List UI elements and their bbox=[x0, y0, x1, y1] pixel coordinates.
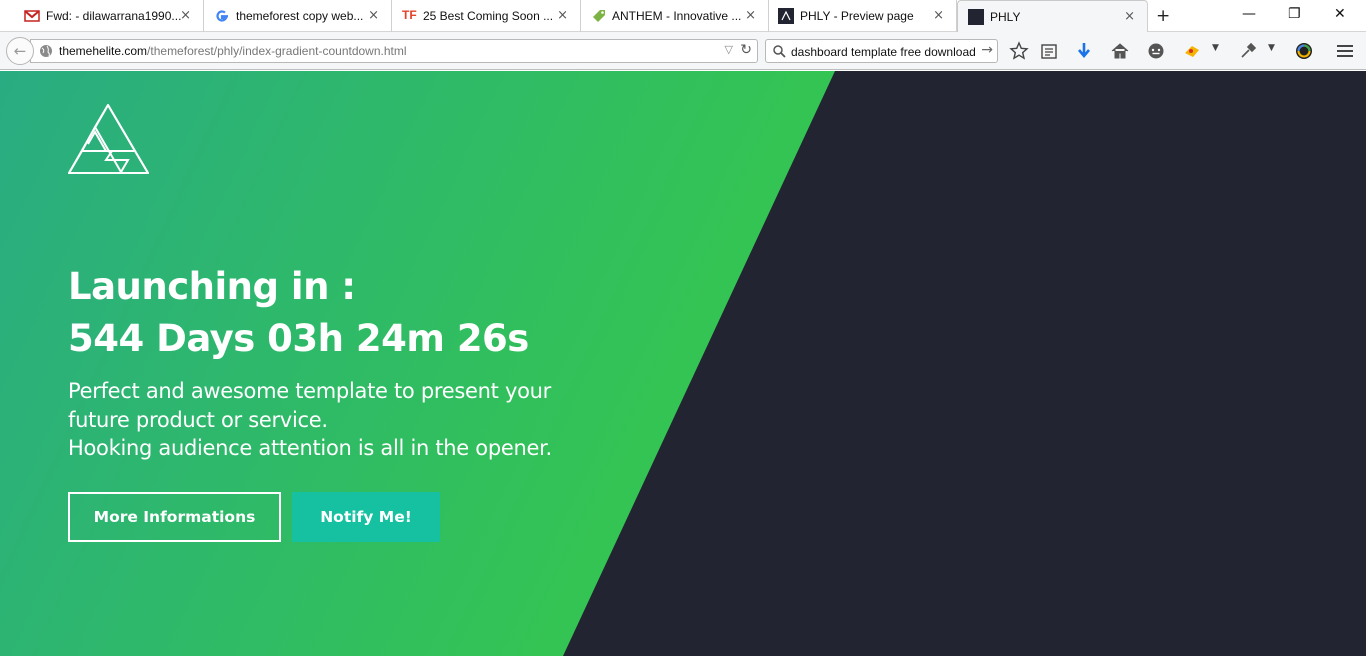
phly-icon bbox=[778, 8, 794, 24]
reading-list-icon[interactable] bbox=[1039, 41, 1059, 61]
globe-icon bbox=[40, 45, 52, 57]
tab-google[interactable]: themeforest copy web... × bbox=[204, 0, 392, 32]
minimize-icon[interactable]: — bbox=[1242, 6, 1256, 22]
tab-gmail[interactable]: Fwd: - dilawarrana1990... × bbox=[0, 0, 204, 32]
tagline-line: Hooking audience attention is all in the… bbox=[68, 436, 552, 460]
tagline: Perfect and awesome template to present … bbox=[68, 377, 588, 463]
url-bar[interactable]: themehelite.com/themeforest/phly/index-g… bbox=[30, 39, 758, 63]
countdown-timer: 544 Days 03h 24m 26s bbox=[68, 317, 529, 360]
tab-close-icon[interactable]: × bbox=[180, 8, 191, 24]
reload-icon[interactable]: ↻ bbox=[740, 42, 752, 58]
search-input[interactable]: dashboard template free download bbox=[791, 45, 976, 59]
tag-icon bbox=[593, 10, 605, 22]
home-icon[interactable] bbox=[1110, 41, 1130, 61]
extension-icon[interactable] bbox=[1182, 41, 1202, 61]
landing-page: Launching in : 544 Days 03h 24m 26s Perf… bbox=[0, 71, 1366, 656]
menu-dropdown-icon[interactable]: ▼ bbox=[1268, 43, 1288, 63]
tab-title: PHLY - Preview page bbox=[800, 9, 914, 23]
tab-title: themeforest copy web... bbox=[236, 9, 364, 23]
window-close-icon[interactable]: ✕ bbox=[1334, 6, 1346, 22]
tab-phly-preview[interactable]: PHLY - Preview page × bbox=[769, 0, 957, 32]
bookmark-star-icon[interactable] bbox=[1009, 41, 1029, 61]
tab-strip: Fwd: - dilawarrana1990... × themeforest … bbox=[0, 0, 1366, 32]
url-host: themehelite.com bbox=[59, 44, 148, 58]
gmail-icon bbox=[24, 10, 40, 22]
search-go-icon[interactable]: → bbox=[981, 42, 993, 58]
download-icon[interactable] bbox=[1074, 41, 1094, 61]
url-history-dropdown-icon[interactable]: ▽ bbox=[725, 43, 733, 56]
more-informations-button[interactable]: More Informations bbox=[68, 492, 281, 542]
tf-icon: TF bbox=[402, 8, 417, 22]
search-icon bbox=[773, 45, 786, 58]
back-button[interactable]: ← bbox=[6, 37, 34, 65]
menu-dropdown-icon[interactable]: ▼ bbox=[1212, 43, 1232, 63]
tab-close-icon[interactable]: × bbox=[368, 8, 379, 24]
tagline-line: Perfect and awesome template to present … bbox=[68, 379, 551, 403]
tab-close-icon[interactable]: × bbox=[933, 8, 944, 24]
tab-close-icon[interactable]: × bbox=[745, 8, 756, 24]
tab-phly-active[interactable]: PHLY × bbox=[957, 0, 1148, 32]
impossible-triangle-icon bbox=[68, 104, 149, 174]
phly-icon bbox=[968, 9, 984, 25]
navigation-toolbar: themehelite.com/themeforest/phly/index-g… bbox=[0, 32, 1366, 70]
tab-title: ANTHEM - Innovative ... bbox=[612, 9, 742, 23]
countdown-heading: Launching in : 544 Days 03h 24m 26s bbox=[68, 261, 529, 365]
color-wheel-icon[interactable] bbox=[1294, 41, 1314, 61]
launch-title: Launching in : bbox=[68, 265, 356, 308]
tab-anthem[interactable]: ANTHEM - Innovative ... × bbox=[581, 0, 769, 32]
hamburger-menu-icon[interactable] bbox=[1335, 41, 1355, 61]
tagline-line: future product or service. bbox=[68, 407, 328, 432]
google-icon bbox=[216, 10, 228, 22]
back-arrow-icon: ← bbox=[13, 42, 27, 60]
tab-title: 25 Best Coming Soon ... bbox=[423, 9, 554, 23]
eyedropper-icon[interactable] bbox=[1238, 41, 1258, 61]
chat-icon[interactable] bbox=[1146, 41, 1166, 61]
search-bar[interactable]: dashboard template free download → bbox=[765, 39, 998, 63]
tab-title: PHLY bbox=[990, 10, 1021, 24]
tab-tf[interactable]: TF 25 Best Coming Soon ... × bbox=[392, 0, 581, 32]
notify-me-button[interactable]: Notify Me! bbox=[292, 492, 440, 542]
tab-title: Fwd: - dilawarrana1990... bbox=[46, 9, 182, 23]
url-path: /themeforest/phly/index-gradient-countdo… bbox=[147, 44, 407, 58]
restore-icon[interactable]: ❐ bbox=[1288, 6, 1301, 22]
tab-close-icon[interactable]: × bbox=[1124, 9, 1135, 25]
tab-close-icon[interactable]: × bbox=[557, 8, 568, 24]
url-text: themehelite.com/themeforest/phly/index-g… bbox=[59, 44, 407, 58]
new-tab-icon[interactable]: + bbox=[1156, 6, 1170, 26]
